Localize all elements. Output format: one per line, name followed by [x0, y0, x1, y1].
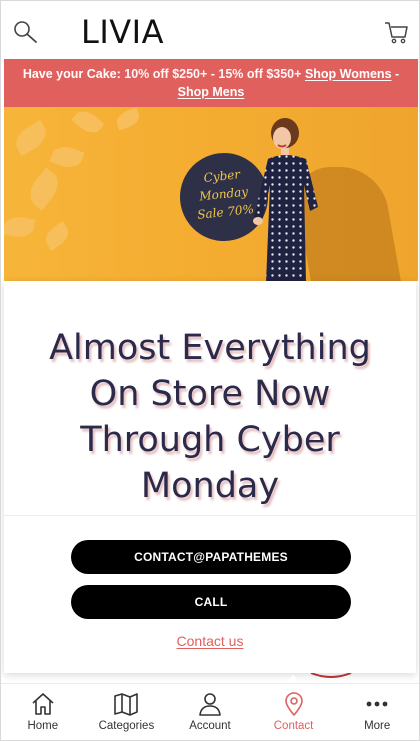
search-icon[interactable] — [12, 19, 40, 45]
nav-item-more[interactable]: More — [335, 684, 419, 740]
app-screen: LIVIA Have your Cake: 10% off $250+ - 15… — [0, 0, 420, 741]
leaf-decoration — [4, 214, 36, 240]
nav-label-categories: Categories — [98, 720, 155, 732]
map-icon — [114, 693, 139, 716]
nav-item-contact[interactable]: Contact — [252, 684, 336, 740]
leaf-decoration — [23, 167, 65, 211]
call-button[interactable]: CALL — [71, 585, 351, 619]
bottom-nav: Home Categories Account Contact More — [1, 683, 419, 740]
promo-offer: 10% off $250+ - 15% off $350+ — [124, 67, 302, 81]
nav-label-home: Home — [27, 720, 59, 732]
nav-label-account: Account — [189, 720, 231, 732]
home-icon — [32, 693, 54, 715]
model-illustration — [253, 118, 318, 281]
leaf-decoration — [49, 142, 85, 172]
leaf-decoration — [10, 119, 52, 157]
nav-item-home[interactable]: Home — [1, 684, 85, 740]
headline-line-4: Monday — [140, 466, 280, 506]
nav-item-categories[interactable]: Categories — [85, 684, 169, 740]
leaf-decoration — [71, 107, 105, 138]
shop-womens-link[interactable]: Shop Womens — [305, 67, 392, 81]
promo-lead: Have your Cake: — [22, 67, 121, 81]
hero-banner[interactable]: Cyber Monday Sale 70% — [4, 107, 418, 281]
brand-logo[interactable]: LIVIA — [81, 13, 164, 51]
leaf-decoration — [41, 221, 73, 251]
background-peek — [310, 673, 352, 678]
contact-card: Almost Everything On Store Now Through C… — [4, 281, 416, 673]
page-headline: Almost Everything On Store Now Through C… — [4, 325, 416, 509]
email-contact-button[interactable]: CONTACT@PAPATHEMES — [71, 540, 351, 574]
user-icon — [199, 693, 221, 716]
promo-banner: Have your Cake: 10% off $250+ - 15% off … — [4, 59, 418, 107]
contact-us-link[interactable]: Contact us — [4, 633, 416, 649]
promo-separator: - — [395, 67, 400, 81]
headline-line-3: Through Cyber — [80, 420, 340, 460]
more-dots-icon — [366, 701, 388, 707]
app-header: LIVIA — [1, 1, 419, 59]
location-pin-icon — [284, 692, 303, 716]
nav-label-contact: Contact — [273, 720, 314, 732]
nav-item-account[interactable]: Account — [168, 684, 252, 740]
headline-line-2: On Store Now — [89, 374, 331, 414]
leaf-decoration — [113, 107, 143, 131]
shop-mens-link[interactable]: Shop Mens — [178, 85, 245, 99]
cart-icon[interactable] — [383, 19, 409, 45]
nav-label-more: More — [364, 720, 391, 732]
headline-line-1: Almost Everything — [49, 328, 371, 368]
divider — [4, 515, 416, 516]
